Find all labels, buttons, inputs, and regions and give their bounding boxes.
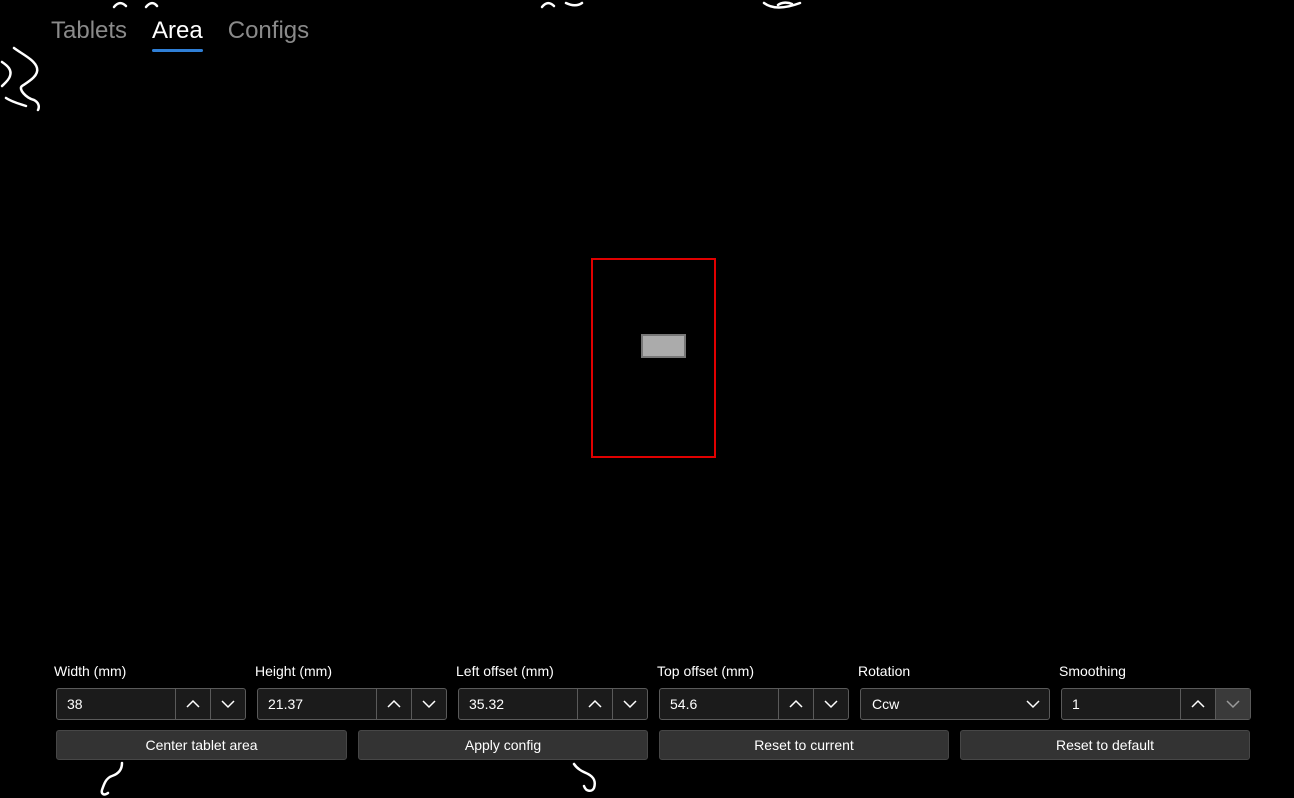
rotation-select[interactable]: Ccw	[860, 688, 1050, 720]
smoothing-input[interactable]: 1	[1061, 688, 1251, 720]
width-value[interactable]: 38	[57, 689, 176, 719]
chevron-down-icon	[422, 700, 436, 709]
width-input[interactable]: 38	[56, 688, 246, 720]
width-label: Width (mm)	[54, 663, 127, 679]
rotation-value: Ccw	[872, 696, 900, 712]
apply-config-button[interactable]: Apply config	[358, 730, 648, 760]
tab-configs[interactable]: Configs	[228, 14, 309, 52]
chevron-down-icon	[623, 700, 637, 709]
chevron-up-icon	[588, 699, 602, 708]
tablet-area-preview[interactable]	[591, 258, 716, 458]
left-offset-label: Left offset (mm)	[456, 663, 554, 679]
height-value[interactable]: 21.37	[258, 689, 377, 719]
tab-area[interactable]: Area	[152, 14, 203, 52]
chevron-down-icon	[221, 700, 235, 709]
chevron-down-icon	[1226, 700, 1240, 709]
center-tablet-area-button[interactable]: Center tablet area	[56, 730, 347, 760]
decorative-doodle-top-center	[540, 1, 584, 9]
height-decrement-button[interactable]	[412, 689, 446, 719]
chevron-down-icon	[1026, 700, 1040, 709]
smoothing-decrement-button[interactable]	[1216, 689, 1250, 719]
top-offset-decrement-button[interactable]	[814, 689, 848, 719]
screen-area-preview[interactable]	[641, 334, 686, 358]
tab-tablets[interactable]: Tablets	[51, 14, 127, 52]
chevron-up-icon	[789, 699, 803, 708]
decorative-doodle-top-left	[0, 46, 41, 112]
left-offset-increment-button[interactable]	[578, 689, 613, 719]
top-offset-increment-button[interactable]	[779, 689, 814, 719]
decorative-doodle-bottom-left	[100, 761, 124, 796]
smoothing-value[interactable]: 1	[1062, 689, 1181, 719]
top-offset-label: Top offset (mm)	[657, 663, 754, 679]
chevron-up-icon	[186, 699, 200, 708]
decorative-doodle-top-center-left	[112, 1, 159, 9]
width-increment-button[interactable]	[176, 689, 211, 719]
reset-to-current-button[interactable]: Reset to current	[659, 730, 949, 760]
decorative-doodle-bottom-center	[572, 762, 596, 792]
smoothing-increment-button[interactable]	[1181, 689, 1216, 719]
left-offset-input[interactable]: 35.32	[458, 688, 648, 720]
height-label: Height (mm)	[255, 663, 333, 679]
top-offset-input[interactable]: 54.6	[659, 688, 849, 720]
chevron-up-icon	[1191, 699, 1205, 708]
tab-bar: Tablets Area Configs	[51, 14, 309, 52]
decorative-doodle-top-right	[762, 1, 802, 9]
width-decrement-button[interactable]	[211, 689, 245, 719]
chevron-up-icon	[387, 699, 401, 708]
height-increment-button[interactable]	[377, 689, 412, 719]
top-offset-value[interactable]: 54.6	[660, 689, 779, 719]
left-offset-decrement-button[interactable]	[613, 689, 647, 719]
rotation-label: Rotation	[858, 663, 911, 679]
reset-to-default-button[interactable]: Reset to default	[960, 730, 1250, 760]
chevron-down-icon	[824, 700, 838, 709]
smoothing-label: Smoothing	[1059, 663, 1126, 679]
left-offset-value[interactable]: 35.32	[459, 689, 578, 719]
height-input[interactable]: 21.37	[257, 688, 447, 720]
